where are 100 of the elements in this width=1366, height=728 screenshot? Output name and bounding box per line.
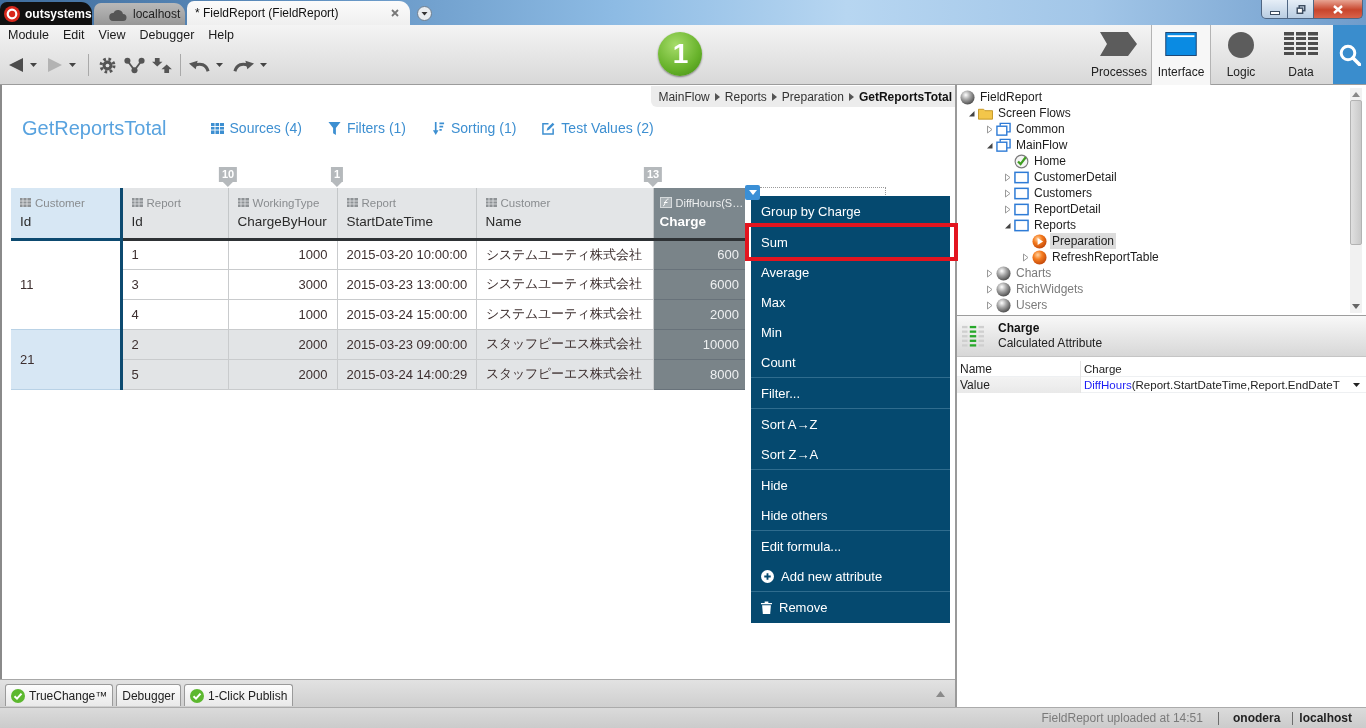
search-button[interactable] bbox=[1333, 25, 1366, 84]
sphere-icon bbox=[996, 297, 1011, 313]
settings-icon[interactable] bbox=[97, 56, 118, 74]
breadcrumb-item[interactable]: GetReportsTotal bbox=[858, 89, 952, 104]
menu-title[interactable]: Module bbox=[8, 28, 49, 42]
column-header[interactable]: Report StartDateTime bbox=[337, 188, 476, 239]
menu-item[interactable]: Max bbox=[751, 287, 950, 317]
toolbar-link[interactable]: Filters (1) bbox=[327, 120, 406, 136]
tree-item[interactable]: Reports bbox=[1032, 217, 1079, 233]
tree-item[interactable]: Preparation bbox=[1050, 233, 1117, 249]
sphere-icon bbox=[960, 89, 975, 105]
window-tab[interactable]: localhost bbox=[94, 3, 185, 25]
breadcrumb-item[interactable]: Reports bbox=[724, 89, 767, 104]
column-header[interactable]: Customer Id bbox=[11, 188, 121, 239]
expand-toggle[interactable] bbox=[1003, 172, 1012, 182]
column-source: Report bbox=[146, 196, 182, 209]
menu-item[interactable]: Min bbox=[751, 317, 950, 347]
panel-tab[interactable]: 1-Click Publish bbox=[184, 684, 294, 706]
expand-toggle[interactable] bbox=[1003, 188, 1012, 198]
collapse-toggle[interactable] bbox=[967, 108, 976, 118]
tree-item[interactable]: CustomerDetail bbox=[1032, 169, 1119, 185]
tree-item[interactable]: MainFlow bbox=[1014, 137, 1070, 153]
tree-item[interactable]: RichWidgets bbox=[1014, 281, 1086, 297]
property-value[interactable]: DiffHours(Report.StartDateTime,Report.EndDateT bbox=[1080, 376, 1351, 393]
caret-icon[interactable] bbox=[216, 63, 223, 67]
minimize-button[interactable] bbox=[1261, 0, 1288, 19]
window-tab[interactable]: * FieldReport (FieldReport) bbox=[187, 1, 410, 25]
menu-title[interactable]: Edit bbox=[63, 28, 85, 42]
collapse-toggle[interactable] bbox=[1003, 220, 1012, 230]
menu-item[interactable]: Hide others bbox=[751, 500, 950, 530]
expand-toggle[interactable] bbox=[1003, 204, 1012, 214]
edit-icon bbox=[542, 121, 556, 135]
tree-item[interactable]: Customers bbox=[1032, 185, 1094, 201]
toolbar-link[interactable]: Test Values (2) bbox=[542, 120, 654, 136]
expand-toggle[interactable] bbox=[985, 124, 994, 134]
tree-item[interactable]: Common bbox=[1014, 121, 1067, 137]
menu-item[interactable]: Add new attribute bbox=[751, 561, 950, 591]
toolbar-link[interactable]: Sorting (1) bbox=[432, 120, 517, 136]
mode-tab[interactable]: Logic bbox=[1211, 25, 1271, 85]
menu-item[interactable]: Filter... bbox=[751, 378, 950, 408]
caret-icon[interactable] bbox=[260, 63, 267, 67]
menu-item[interactable]: Remove bbox=[751, 592, 950, 622]
table-icon bbox=[210, 121, 224, 135]
table-cell: 3 bbox=[121, 269, 228, 299]
column-header[interactable]: WorkingType ChargeByHour bbox=[228, 188, 337, 239]
column-header[interactable]: Report Id bbox=[121, 188, 228, 239]
column-name: ChargeByHour bbox=[237, 213, 328, 229]
tree-item[interactable]: Screen Flows bbox=[996, 105, 1073, 121]
restore-button[interactable] bbox=[1288, 0, 1314, 19]
scrollbar-thumb[interactable] bbox=[1350, 100, 1362, 245]
down-arrow-icon[interactable] bbox=[1352, 304, 1360, 309]
caret-icon[interactable] bbox=[69, 63, 76, 67]
tree-item[interactable]: FieldReport bbox=[978, 89, 1045, 105]
mode-tab[interactable]: Data bbox=[1271, 25, 1331, 85]
close-button[interactable] bbox=[1314, 0, 1363, 19]
breadcrumb-item[interactable]: MainFlow bbox=[658, 89, 710, 104]
column-header[interactable]: Customer Name bbox=[476, 188, 653, 239]
column-menu-button[interactable] bbox=[745, 185, 760, 200]
caret-icon[interactable] bbox=[30, 63, 37, 67]
breadcrumb-item[interactable]: Preparation bbox=[781, 89, 844, 104]
up-arrow-icon[interactable] bbox=[1352, 92, 1360, 97]
cloud-icon bbox=[108, 7, 128, 21]
menu-title[interactable]: Debugger bbox=[139, 28, 195, 42]
dropdown-icon[interactable] bbox=[417, 6, 432, 21]
menu-item[interactable]: Hide bbox=[751, 470, 950, 500]
tree-item[interactable]: Users bbox=[1014, 297, 1050, 313]
mode-tab[interactable]: Interface bbox=[1151, 25, 1211, 85]
scrollbar[interactable] bbox=[1350, 88, 1362, 313]
panel-tab[interactable]: TrueChange™ bbox=[5, 684, 114, 706]
menu-item[interactable]: Group by Charge bbox=[751, 196, 950, 226]
menu-item[interactable]: Sum bbox=[745, 223, 958, 261]
column-header[interactable]: DiffHours(S… Charge bbox=[653, 188, 745, 239]
mode-tab[interactable]: Processes bbox=[1086, 25, 1151, 85]
close-icon[interactable] bbox=[391, 9, 399, 17]
caret-icon[interactable] bbox=[1353, 382, 1360, 387]
property-value[interactable]: Charge bbox=[1080, 360, 1366, 377]
expand-toggle[interactable] bbox=[1021, 252, 1030, 262]
swap-arrows-icon[interactable] bbox=[151, 56, 172, 74]
tree-item[interactable]: Home bbox=[1032, 153, 1068, 169]
table-cell: 1000 bbox=[228, 239, 337, 269]
expand-toggle[interactable] bbox=[985, 300, 994, 310]
expand-toggle[interactable] bbox=[985, 284, 994, 294]
tree-item[interactable]: Charts bbox=[1014, 265, 1054, 281]
collapse-toggle[interactable] bbox=[985, 140, 994, 150]
panel-tab[interactable]: Debugger bbox=[116, 684, 181, 706]
back-arrow-icon[interactable] bbox=[8, 57, 24, 73]
toolbar-link[interactable]: Sources (4) bbox=[210, 120, 302, 136]
table-icon bbox=[485, 198, 497, 208]
table-icon bbox=[237, 198, 249, 208]
window-tab[interactable]: outsystems bbox=[0, 2, 92, 25]
menu-item[interactable]: Sort Z→A bbox=[751, 439, 950, 469]
menu-title[interactable]: Help bbox=[208, 28, 235, 42]
tree-item[interactable]: ReportDetail bbox=[1032, 201, 1103, 217]
menu-item[interactable]: Count bbox=[751, 347, 950, 377]
menu-item[interactable]: Edit formula... bbox=[751, 531, 950, 561]
tree-item[interactable]: RefreshReportTable bbox=[1050, 249, 1161, 265]
expand-toggle[interactable] bbox=[985, 268, 994, 278]
branch-icon[interactable] bbox=[124, 56, 145, 74]
menu-item[interactable]: Sort A→Z bbox=[751, 409, 950, 439]
menu-title[interactable]: View bbox=[98, 28, 126, 42]
